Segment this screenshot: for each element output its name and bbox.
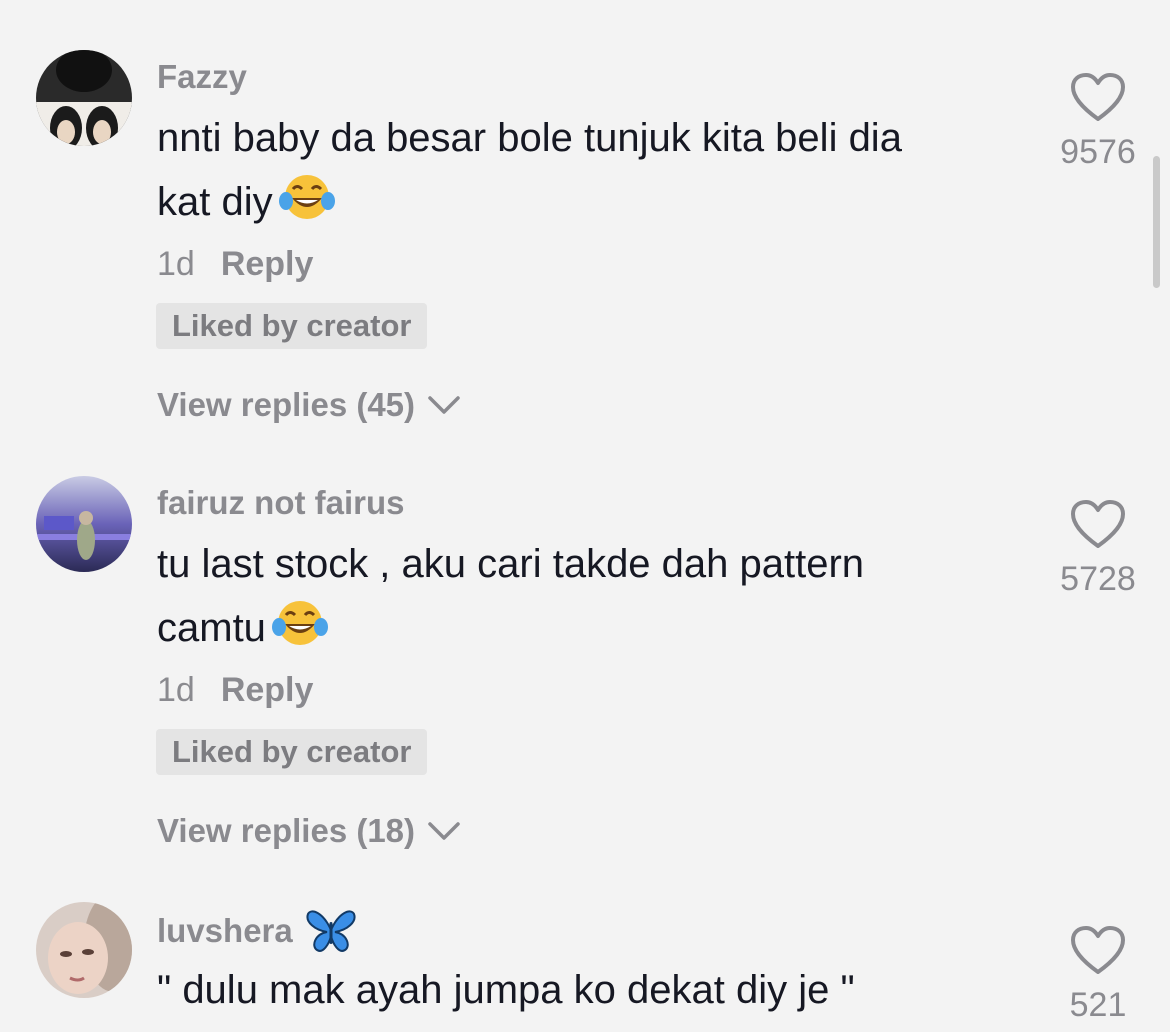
comment-text: tu last stock , aku cari takde dah patte…: [157, 532, 1027, 668]
comment-text: nnti baby da besar bole tunjuk kita beli…: [157, 106, 1027, 242]
tears-of-joy-emoji: [278, 171, 335, 242]
reply-button[interactable]: Reply: [221, 245, 314, 283]
avatar[interactable]: [36, 902, 132, 998]
heart-icon: [1071, 73, 1125, 121]
comment-meta: 1d Reply: [157, 671, 313, 710]
comment-text-fragment: camtu: [157, 606, 266, 650]
scrollbar[interactable]: [1153, 156, 1160, 288]
comment-username[interactable]: luvshera: [157, 908, 357, 954]
comment-text-line: nnti baby da besar bole tunjuk kita beli…: [157, 116, 902, 160]
comment-text-fragment: kat diy: [157, 180, 273, 224]
liked-by-creator-badge: Liked by creator: [156, 303, 428, 349]
comment-text-line: tu last stock , aku cari takde dah patte…: [157, 542, 865, 586]
like-count: 5728: [1060, 560, 1136, 598]
avatar-image: [36, 476, 132, 572]
like-count: 521: [1069, 986, 1127, 1024]
heart-icon: [1071, 926, 1125, 974]
view-replies-button[interactable]: View replies (18): [157, 812, 461, 850]
comment-text: " dulu mak ayah jumpa ko dekat diy je ": [157, 958, 1027, 1022]
avatar-image: [36, 50, 132, 146]
comment-text-line: " dulu mak ayah jumpa ko dekat diy je ": [157, 968, 855, 1012]
view-replies-label: View replies (18): [157, 812, 416, 849]
butterfly-emoji: [306, 910, 356, 952]
like-button[interactable]: 5728: [1050, 499, 1146, 599]
chevron-down-icon: [428, 822, 460, 840]
comment-username[interactable]: fairuz not fairus: [157, 484, 405, 522]
avatar[interactable]: [36, 476, 132, 572]
comment-username[interactable]: Fazzy: [157, 58, 247, 96]
avatar[interactable]: [36, 50, 132, 146]
comment-username-label: luvshera: [157, 912, 293, 949]
comment-text-line: camtu: [157, 596, 1027, 668]
comment-timestamp: 1d: [157, 245, 195, 283]
view-replies-label: View replies (45): [157, 386, 416, 423]
like-button[interactable]: 9576: [1050, 72, 1146, 172]
comment-meta: 1d Reply: [157, 245, 313, 284]
comment-timestamp: 1d: [157, 671, 195, 709]
comment-text-line: kat diy: [157, 170, 1027, 242]
avatar-image: [36, 902, 132, 998]
chevron-down-icon: [428, 396, 460, 414]
tears-of-joy-emoji: [271, 597, 328, 668]
like-button[interactable]: 521: [1050, 925, 1146, 1025]
heart-icon: [1071, 500, 1125, 548]
view-replies-button[interactable]: View replies (45): [157, 386, 461, 424]
like-count: 9576: [1060, 133, 1136, 171]
liked-by-creator-badge: Liked by creator: [156, 729, 428, 775]
reply-button[interactable]: Reply: [221, 671, 314, 709]
